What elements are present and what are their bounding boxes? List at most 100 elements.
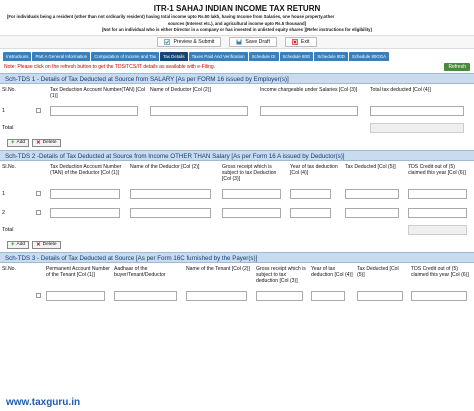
table-row: 1	[0, 102, 474, 121]
toolbar: Preview & Submit Save Draft Exit	[0, 34, 474, 49]
save-draft-button[interactable]: Save Draft	[229, 36, 277, 47]
tds2-col-deductor: Name of the Deductor [Col (2)]	[130, 163, 200, 170]
total-label: Total	[2, 227, 14, 234]
tds1-total-row: Total	[0, 121, 474, 136]
form-title: ITR-1 SAHAJ INDIAN INCOME TAX RETURN	[153, 4, 321, 13]
pan-input[interactable]	[46, 291, 105, 302]
delete-row-button[interactable]: ✕ Delete	[32, 138, 61, 147]
tab-tax-details[interactable]: Tax Details	[160, 51, 188, 61]
table-row: 2	[0, 204, 474, 223]
tds2-col-year: Year of tax deduction [Col (4)]	[290, 163, 338, 176]
itr1-form-page: ITR-1 SAHAJ INDIAN INCOME TAX RETURN [Fo…	[0, 0, 474, 411]
add-row-button[interactable]: + Add	[7, 240, 30, 249]
tds3-col-pan: Permanent Account Number of the Tenant […	[46, 265, 110, 278]
tds3-col-tax: Tax Deducted [Col (5)]	[357, 265, 399, 278]
tds1-col-income: Income chargeable under Salaries [Col (3…	[260, 86, 358, 93]
row-checkbox[interactable]	[36, 107, 41, 113]
tds1-col-tan: Tax Deduction Account Number(TAN) [Col (…	[50, 86, 146, 99]
tax-deducted-input[interactable]	[345, 208, 400, 219]
row-checkbox[interactable]	[36, 190, 41, 196]
exit-label: Exit	[300, 38, 310, 45]
delete-label: Delete	[42, 242, 57, 248]
tds-credit-input[interactable]	[408, 208, 467, 219]
year-select[interactable]	[290, 208, 331, 219]
table-row	[0, 287, 474, 306]
tds2-actions: + Add ✕ Delete	[0, 238, 474, 252]
exit-icon	[292, 38, 298, 45]
watermark: www.taxguru.in	[6, 397, 81, 408]
tds1-table: Sl.No. Tax Deduction Account Number(TAN)…	[0, 84, 474, 136]
tan-input[interactable]	[50, 106, 139, 117]
add-label: Add	[16, 242, 26, 248]
tab-bar: Instructions Part A General Information …	[0, 51, 474, 61]
year-select[interactable]	[290, 189, 331, 200]
table-row: 1	[0, 185, 474, 204]
refresh-note: Note: Please click on the refresh button…	[4, 63, 216, 70]
intro-line-3: [Not for an individual who is either Dir…	[101, 27, 373, 33]
tds2-col-credit: TDS Credit out of (5) claimed this year …	[408, 163, 466, 176]
refresh-button[interactable]: Refresh	[444, 62, 470, 71]
preview-icon	[164, 38, 171, 45]
tax-deducted-input[interactable]	[370, 106, 464, 117]
tds1-actions: + Add ✕ Delete	[0, 136, 474, 150]
delete-row-button[interactable]: ✕ Delete	[32, 240, 61, 249]
tds3-col-credit: TDS Credit out of (5) claimed this year …	[411, 265, 469, 278]
tds2-heading: Sch-TDS 2 -Details of Tax Deducted at So…	[0, 149, 474, 161]
row-number: 1	[2, 108, 5, 115]
tab-taxes-paid-verification[interactable]: Taxes Paid And Verification	[188, 51, 248, 61]
preview-submit-button[interactable]: Preview & Submit	[157, 36, 222, 47]
tax-deducted-input[interactable]	[345, 189, 400, 200]
exit-button[interactable]: Exit	[284, 36, 317, 47]
tds2-col-gross: Gross receipt which is subject to tax De…	[222, 163, 277, 182]
tds3-col-tenant: Name of the Tenant [Col (2)]	[186, 265, 250, 272]
save-icon	[236, 39, 242, 45]
tab-schedule-80d[interactable]: Schedule 80D	[314, 51, 348, 61]
tds-credit-input[interactable]	[411, 291, 468, 302]
add-label: Add	[16, 140, 26, 146]
delete-icon: ✕	[36, 241, 41, 248]
tds3-col-slno: Sl.No.	[2, 265, 16, 272]
tds1-col-slno: Sl.No.	[2, 86, 16, 93]
tab-instructions[interactable]: Instructions	[3, 51, 32, 61]
deductor-name-input[interactable]	[130, 189, 211, 200]
tenant-name-input[interactable]	[186, 291, 247, 302]
deductor-name-input[interactable]	[150, 106, 248, 117]
tds1-header-row: Sl.No. Tax Deduction Account Number(TAN)…	[0, 84, 474, 102]
tds2-table: Sl.No. Tax Deduction Account Number (TAN…	[0, 161, 474, 238]
row-number: 1	[2, 191, 5, 198]
gross-receipt-input[interactable]	[222, 189, 281, 200]
preview-submit-label: Preview & Submit	[173, 38, 215, 45]
tan-input[interactable]	[50, 208, 120, 219]
gross-receipt-input[interactable]	[256, 291, 303, 302]
tds2-col-tax: Tax Deducted [Col (5)]	[345, 163, 396, 170]
row-checkbox[interactable]	[36, 292, 41, 298]
tab-computation-of-income[interactable]: Computation of Income and Tax	[91, 51, 160, 61]
tds2-total-field	[408, 225, 467, 236]
save-draft-label: Save Draft	[245, 38, 270, 45]
row-checkbox[interactable]	[36, 209, 41, 215]
aadhaar-input[interactable]	[114, 291, 177, 302]
tds3-table: Sl.No. Permanent Account Number of the T…	[0, 263, 474, 306]
tds1-heading: Sch-TDS 1 - Details of Tax Deducted at S…	[0, 72, 474, 84]
total-label: Total	[2, 125, 14, 132]
tds-credit-input[interactable]	[408, 189, 467, 200]
tds2-col-slno: Sl.No.	[2, 163, 16, 170]
add-row-button[interactable]: + Add	[7, 138, 30, 147]
intro-line-1: [For individuals being a resident (other…	[7, 14, 335, 19]
intro-line-2: sources (Interest etc.), and agricultura…	[167, 20, 307, 26]
tab-schedule-di[interactable]: Schedule DI	[248, 51, 279, 61]
plus-icon: +	[11, 241, 15, 248]
tds3-col-year: Year of tax deduction [Col (4)]	[311, 265, 353, 278]
tab-schedule-80gga[interactable]: Schedule 80GGA	[348, 51, 390, 61]
tds2-total-row: Total	[0, 223, 474, 238]
tax-deducted-input[interactable]	[357, 291, 403, 302]
tds2-col-tan: Tax Deduction Account Number (TAN) of th…	[50, 163, 122, 176]
tds2-header-row: Sl.No. Tax Deduction Account Number (TAN…	[0, 161, 474, 185]
tan-input[interactable]	[50, 189, 120, 200]
tab-schedule-80g[interactable]: Schedule 80G	[279, 51, 314, 61]
income-input[interactable]	[260, 106, 358, 117]
year-select[interactable]	[311, 291, 345, 302]
gross-receipt-input[interactable]	[222, 208, 281, 219]
deductor-name-input[interactable]	[130, 208, 211, 219]
tab-part-a-general-information[interactable]: Part A General Information	[32, 51, 91, 61]
